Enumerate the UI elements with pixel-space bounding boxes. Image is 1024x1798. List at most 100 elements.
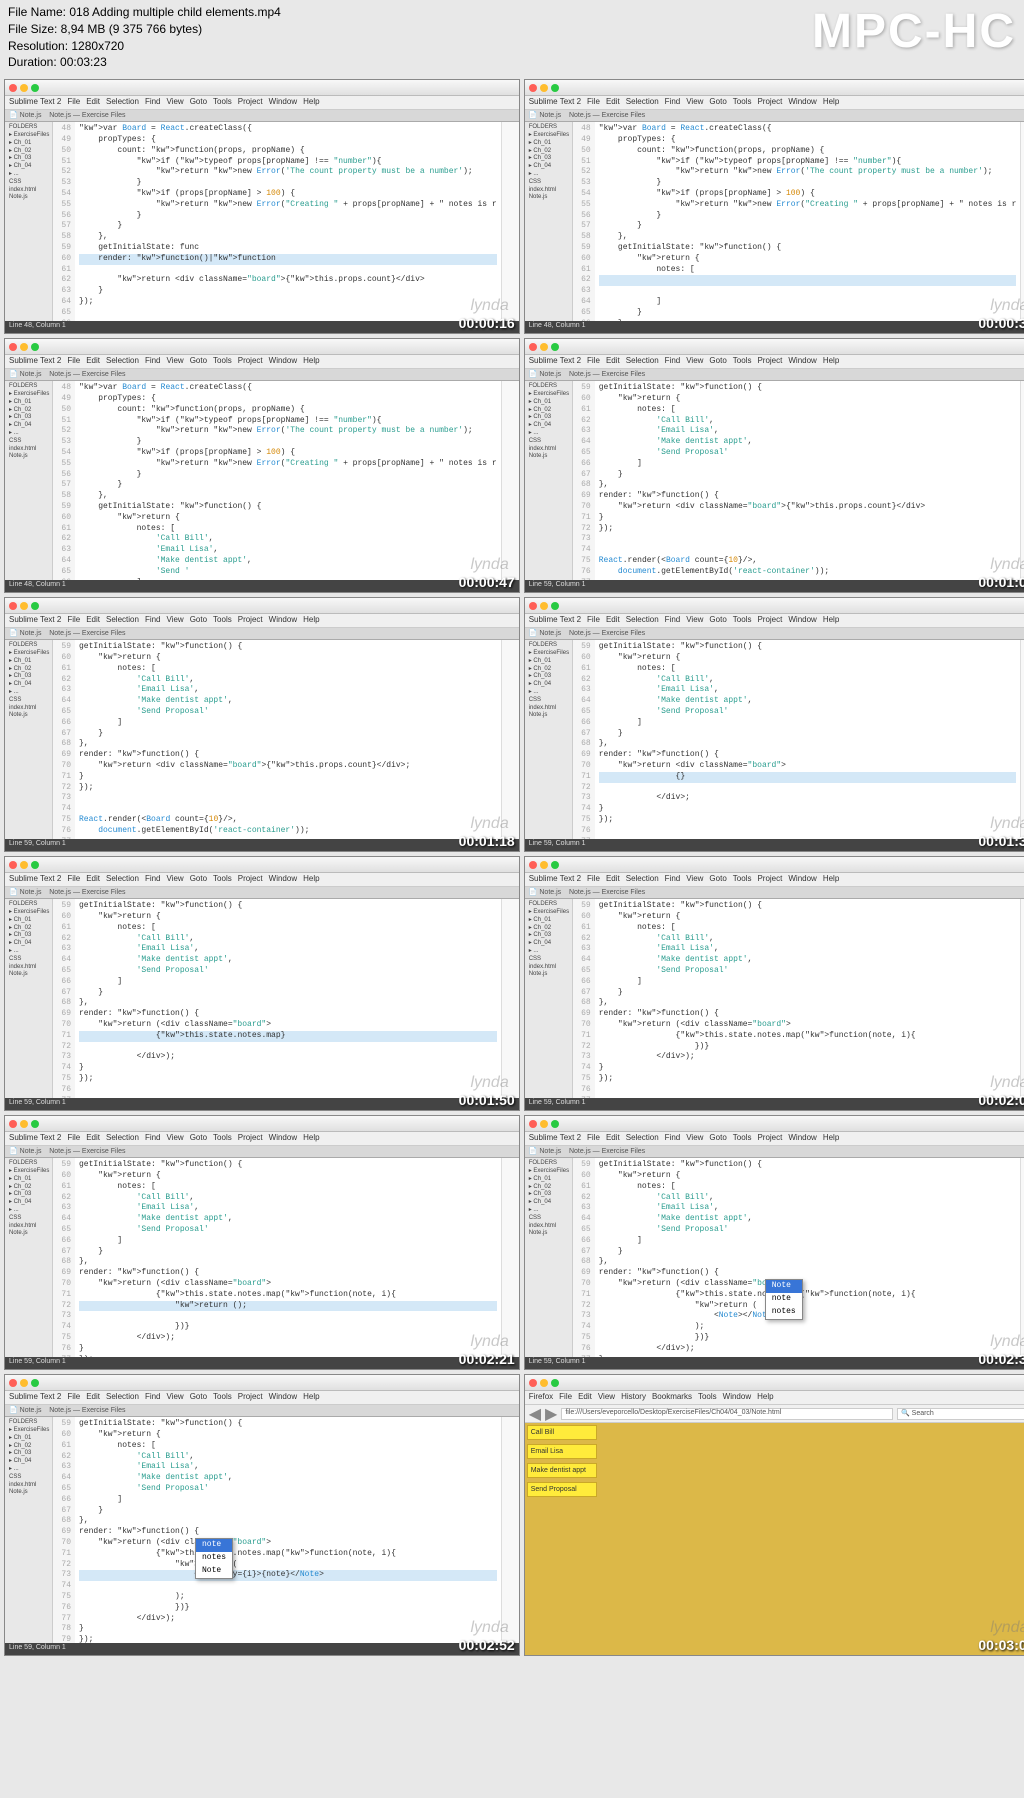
- menu-item[interactable]: File: [67, 1133, 80, 1144]
- sidebar-item[interactable]: ▸ Ch_01: [7, 1176, 50, 1184]
- menu-item[interactable]: View: [686, 97, 703, 108]
- autocomplete-item[interactable]: notes: [766, 1306, 802, 1319]
- sidebar-item[interactable]: Note.js: [527, 453, 570, 461]
- menu-item[interactable]: Edit: [86, 97, 100, 108]
- menu-item[interactable]: Goto: [709, 97, 726, 108]
- menu-item[interactable]: Goto: [190, 1133, 207, 1144]
- menu-item[interactable]: Project: [238, 1133, 263, 1144]
- sidebar-item[interactable]: FOLDERS: [527, 383, 570, 391]
- sidebar-item[interactable]: index.html: [527, 1223, 570, 1231]
- thumbnail-frame[interactable]: Sublime Text 2FileEditSelectionFindViewG…: [4, 597, 520, 852]
- autocomplete-item[interactable]: notes: [196, 1552, 232, 1565]
- sidebar-item[interactable]: ▸ Ch_01: [7, 140, 50, 148]
- sidebar-item[interactable]: ▸ Ch_01: [7, 1435, 50, 1443]
- menu-item[interactable]: Project: [238, 356, 263, 367]
- sidebar-item[interactable]: ▸ Ch_02: [7, 666, 50, 674]
- sidebar-item[interactable]: Note.js: [7, 453, 50, 461]
- sidebar-item[interactable]: ▸ Ch_04: [7, 422, 50, 430]
- sticky-note[interactable]: Send Proposal: [527, 1482, 597, 1497]
- sidebar-item[interactable]: CSS: [527, 956, 570, 964]
- sidebar-item[interactable]: ▸ ...: [527, 689, 570, 697]
- code-content[interactable]: getInitialState: "kw">function() { "kw">…: [595, 899, 1021, 1098]
- file-sidebar[interactable]: FOLDERS▸ ExerciseFiles ▸ Ch_01 ▸ Ch_02 ▸…: [5, 640, 53, 839]
- sidebar-item[interactable]: ▸ Ch_02: [527, 925, 570, 933]
- autocomplete-item[interactable]: Note: [766, 1280, 802, 1293]
- sidebar-item[interactable]: ▸ Ch_02: [7, 407, 50, 415]
- thumbnail-frame[interactable]: Sublime Text 2FileEditSelectionFindViewG…: [4, 1115, 520, 1370]
- menu-item[interactable]: Sublime Text 2: [9, 615, 61, 626]
- menubar[interactable]: Sublime Text 2FileEditSelectionFindViewG…: [525, 355, 1024, 369]
- sidebar-item[interactable]: ▸ Ch_01: [527, 658, 570, 666]
- sidebar-item[interactable]: ▸ Ch_03: [527, 414, 570, 422]
- sidebar-item[interactable]: ▸ Ch_03: [7, 1191, 50, 1199]
- sidebar-item[interactable]: CSS: [527, 1215, 570, 1223]
- menu-item[interactable]: Edit: [86, 1133, 100, 1144]
- menu-item[interactable]: Find: [665, 874, 681, 885]
- sidebar-item[interactable]: ▸ Ch_04: [7, 1199, 50, 1207]
- menu-item[interactable]: Help: [757, 1392, 773, 1403]
- tab-bar[interactable]: 📄 Note.js Note.js — Exercise Files: [5, 628, 519, 640]
- menu-item[interactable]: Edit: [606, 615, 620, 626]
- thumbnail-frame[interactable]: Sublime Text 2FileEditSelectionFindViewG…: [524, 338, 1024, 593]
- thumbnail-frame[interactable]: Sublime Text 2FileEditSelectionFindViewG…: [4, 1374, 520, 1656]
- sidebar-item[interactable]: ▸ ...: [527, 948, 570, 956]
- menu-item[interactable]: Selection: [626, 356, 659, 367]
- minimap[interactable]: [501, 381, 519, 580]
- menu-item[interactable]: Tools: [213, 615, 232, 626]
- menu-item[interactable]: Sublime Text 2: [529, 874, 581, 885]
- menu-item[interactable]: Sublime Text 2: [529, 615, 581, 626]
- menu-item[interactable]: Goto: [709, 615, 726, 626]
- sidebar-item[interactable]: FOLDERS: [527, 901, 570, 909]
- menu-item[interactable]: Window: [269, 356, 297, 367]
- menu-item[interactable]: Help: [823, 615, 839, 626]
- menu-item[interactable]: Edit: [606, 1133, 620, 1144]
- menu-item[interactable]: Window: [269, 615, 297, 626]
- sidebar-item[interactable]: ▸ Ch_01: [7, 917, 50, 925]
- menu-item[interactable]: Edit: [606, 356, 620, 367]
- menu-item[interactable]: Sublime Text 2: [9, 1392, 61, 1403]
- menu-item[interactable]: History: [621, 1392, 646, 1403]
- sidebar-item[interactable]: ▸ Ch_04: [527, 422, 570, 430]
- minimap[interactable]: [1020, 1158, 1024, 1357]
- menu-item[interactable]: Tools: [213, 97, 232, 108]
- tab-bar[interactable]: 📄 Note.js Note.js — Exercise Files: [5, 887, 519, 899]
- tab-bar[interactable]: 📄 Note.js Note.js — Exercise Files: [5, 1146, 519, 1158]
- minimap[interactable]: [1020, 381, 1024, 580]
- sidebar-item[interactable]: ▸ Ch_03: [527, 932, 570, 940]
- sidebar-item[interactable]: ▸ ExerciseFiles: [527, 650, 570, 658]
- menu-item[interactable]: File: [67, 356, 80, 367]
- code-editor[interactable]: 5960616263646566676869707172737475767778…: [53, 640, 501, 839]
- sidebar-item[interactable]: Note.js: [527, 1230, 570, 1238]
- file-sidebar[interactable]: FOLDERS▸ ExerciseFiles ▸ Ch_01 ▸ Ch_02 ▸…: [5, 1417, 53, 1643]
- code-content[interactable]: getInitialState: "kw">function() { "kw">…: [75, 899, 501, 1098]
- thumbnail-frame[interactable]: Sublime Text 2FileEditSelectionFindViewG…: [4, 79, 520, 334]
- menu-item[interactable]: Window: [788, 1133, 816, 1144]
- menu-item[interactable]: Project: [757, 356, 782, 367]
- menubar[interactable]: Sublime Text 2FileEditSelectionFindViewG…: [5, 614, 519, 628]
- autocomplete-popup[interactable]: Notenotenotes: [765, 1279, 803, 1319]
- code-editor[interactable]: 5960616263646566676869707172737475767778…: [573, 1158, 1021, 1357]
- sidebar-item[interactable]: ▸ Ch_04: [7, 681, 50, 689]
- menubar[interactable]: Sublime Text 2FileEditSelectionFindViewG…: [525, 614, 1024, 628]
- menu-item[interactable]: Help: [303, 1133, 319, 1144]
- menu-item[interactable]: Project: [757, 97, 782, 108]
- menu-item[interactable]: View: [167, 615, 184, 626]
- menubar[interactable]: Sublime Text 2FileEditSelectionFindViewG…: [5, 873, 519, 887]
- sidebar-item[interactable]: FOLDERS: [7, 383, 50, 391]
- sidebar-item[interactable]: ▸ Ch_02: [527, 1184, 570, 1192]
- menu-item[interactable]: Goto: [709, 356, 726, 367]
- sidebar-item[interactable]: Note.js: [7, 971, 50, 979]
- menu-item[interactable]: Window: [788, 874, 816, 885]
- menu-item[interactable]: Goto: [190, 615, 207, 626]
- menubar[interactable]: FirefoxFileEditViewHistoryBookmarksTools…: [525, 1391, 1024, 1405]
- file-sidebar[interactable]: FOLDERS▸ ExerciseFiles ▸ Ch_01 ▸ Ch_02 ▸…: [5, 381, 53, 580]
- sidebar-item[interactable]: index.html: [7, 1482, 50, 1490]
- sidebar-item[interactable]: Note.js: [527, 971, 570, 979]
- file-sidebar[interactable]: FOLDERS▸ ExerciseFiles ▸ Ch_01 ▸ Ch_02 ▸…: [5, 1158, 53, 1357]
- thumbnail-frame[interactable]: FirefoxFileEditViewHistoryBookmarksTools…: [524, 1374, 1024, 1656]
- menu-item[interactable]: Goto: [709, 874, 726, 885]
- sidebar-item[interactable]: ▸ ExerciseFiles: [7, 132, 50, 140]
- menu-item[interactable]: Goto: [190, 97, 207, 108]
- menu-item[interactable]: Selection: [106, 97, 139, 108]
- sidebar-item[interactable]: ▸ ExerciseFiles: [7, 650, 50, 658]
